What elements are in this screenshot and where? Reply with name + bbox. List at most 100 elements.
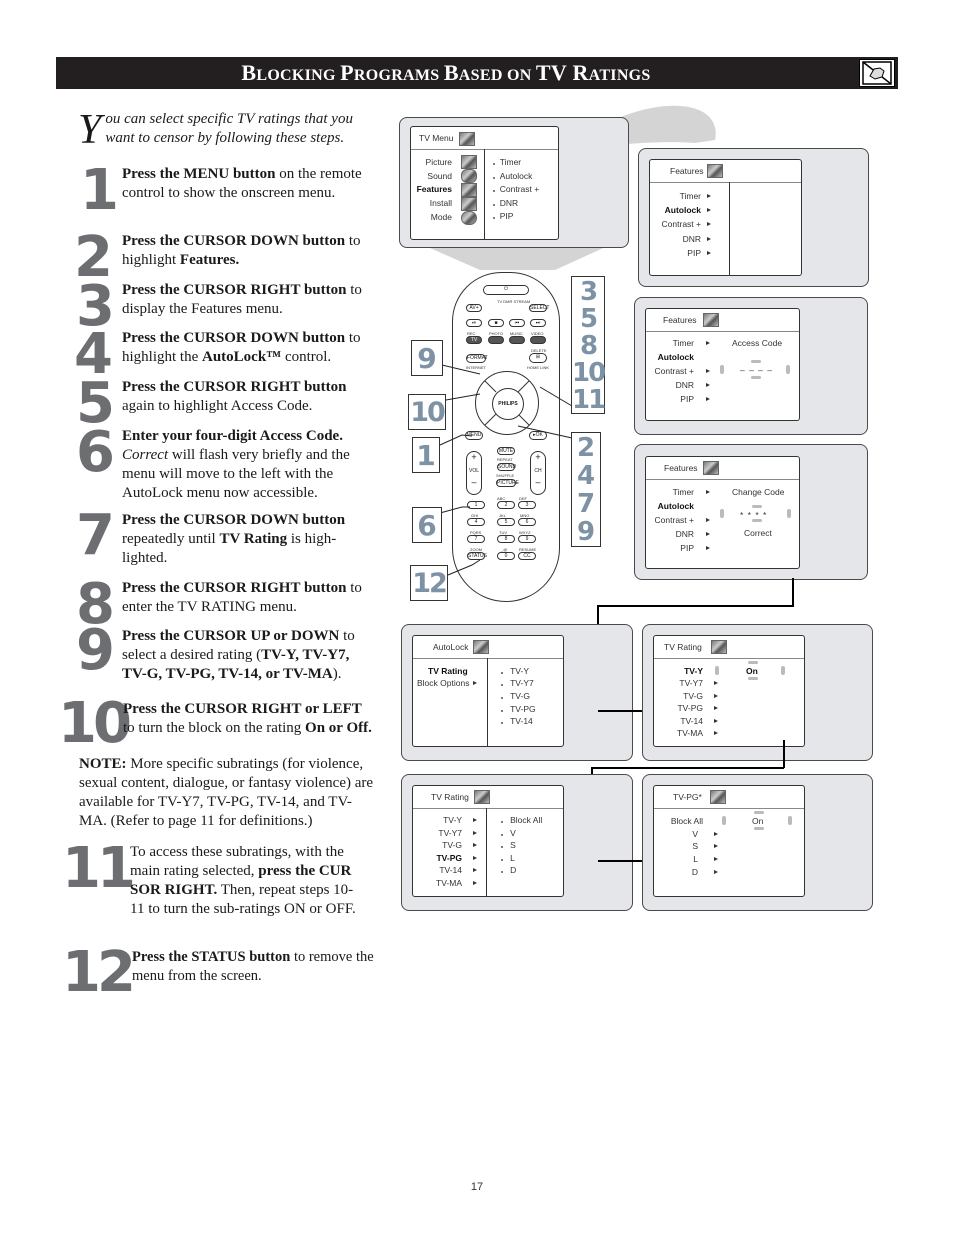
subrating-item[interactable]: D	[692, 867, 698, 877]
step-italic: Correct	[122, 447, 169, 463]
title-part: LOCKING	[256, 67, 341, 84]
menu-item-timer[interactable]: Timer	[673, 338, 694, 348]
menu-item-autolock[interactable]: Autolock	[658, 501, 694, 511]
step-rest: to turn the block on the rating	[123, 720, 306, 736]
flow-connector	[783, 740, 785, 768]
menu-divider	[486, 808, 487, 896]
menu-item-autolock[interactable]: Autolock	[658, 352, 694, 362]
tv-rating-subratings-screen: TV Rating TV-Y TV-Y7 TV-G TV-PG TV-14 TV…	[412, 785, 564, 897]
arrow-right-icon	[707, 208, 711, 212]
menu-item-timer[interactable]: Timer	[673, 487, 694, 497]
rating-item[interactable]: TV-G	[683, 691, 703, 701]
rating-item[interactable]: TV-Y	[684, 666, 703, 676]
tv-rating-icon	[711, 640, 727, 654]
cursor-up-icon	[754, 811, 764, 814]
step-number: 10	[58, 691, 132, 756]
step-text: Press the CURSOR DOWN button to highligh…	[122, 232, 372, 270]
step-bold: TV Rating	[219, 531, 288, 547]
callout-number: 3	[579, 277, 598, 307]
menu-item-pip[interactable]: PIP	[687, 248, 701, 258]
arrow-right-icon	[707, 251, 711, 255]
submenu-item: PIP	[499, 211, 514, 221]
arrow-right-icon	[473, 831, 477, 835]
arrow-right-icon	[473, 856, 477, 860]
step-number: 11	[62, 836, 136, 901]
cursor-down-icon	[751, 376, 761, 379]
subrating-item: V	[510, 828, 516, 838]
menu-item-contrast[interactable]: Contrast +	[662, 219, 701, 229]
arrow-right-icon	[706, 369, 710, 373]
menu-item-contrast[interactable]: Contrast +	[655, 515, 694, 525]
callout-step-6: 6	[412, 507, 442, 543]
rating-item[interactable]: TV-MA	[677, 728, 703, 738]
menu-item-dnr[interactable]: DNR	[683, 234, 701, 244]
arrow-right-icon	[707, 222, 711, 226]
menu-title: Features	[663, 315, 697, 325]
step-number: 9	[76, 618, 115, 683]
menu-item-features[interactable]: Features	[417, 184, 452, 194]
menu-item-autolock[interactable]: Autolock	[665, 205, 701, 215]
menu-title: TV Menu	[419, 133, 454, 143]
submenu-item: TV-G	[510, 691, 530, 701]
callout-step-12: 12	[410, 565, 448, 601]
arrow-right-icon	[714, 719, 718, 723]
screen-panel-tv-rating-1: TV Rating TV-Y TV-Y7 TV-G TV-PG TV-14 TV…	[642, 624, 873, 761]
menu-item-timer[interactable]: Timer	[680, 191, 701, 201]
step-bold: AutoLock™	[202, 349, 282, 365]
step-number: 1	[80, 158, 119, 223]
menu-item-sound[interactable]: Sound	[427, 171, 452, 181]
arrow-right-icon	[473, 818, 477, 822]
cursor-left-icon	[720, 365, 724, 374]
callout-step-9: 9	[411, 340, 443, 376]
menu-header: TV-PG*	[654, 786, 804, 809]
hand-pointer-icon	[859, 59, 895, 87]
title-part: ASED ON	[458, 67, 536, 84]
menu-title: TV Rating	[431, 792, 469, 802]
rating-item[interactable]: TV-MA	[436, 878, 462, 888]
features-screen: Features Timer Autolock Contrast + DNR P…	[649, 159, 802, 276]
mode-icon	[461, 211, 477, 225]
step-bold: Press the CURSOR DOWN button	[122, 512, 346, 528]
rating-value-toggle[interactable]: On	[746, 666, 758, 676]
step-text: Press the CURSOR RIGHT or LEFT to turn t…	[123, 700, 375, 738]
code-status-text: Correct	[744, 528, 772, 538]
subrating-value-toggle[interactable]: On	[752, 816, 763, 826]
subrating-item[interactable]: Block All	[671, 816, 703, 826]
rating-item[interactable]: TV-PG	[436, 853, 462, 863]
sound-icon	[461, 169, 477, 183]
features-icon	[707, 164, 723, 178]
title-part: P	[340, 60, 354, 85]
rating-item[interactable]: TV-14	[439, 865, 462, 875]
menu-item-contrast[interactable]: Contrast +	[655, 366, 694, 376]
menu-item-pip[interactable]: PIP	[680, 543, 694, 553]
rating-item[interactable]: TV-Y7	[438, 828, 462, 838]
menu-item-install[interactable]: Install	[430, 198, 452, 208]
change-code-label: Change Code	[732, 487, 785, 497]
menu-item-block-options[interactable]: Block Options	[417, 678, 469, 688]
menu-item-mode[interactable]: Mode	[431, 212, 452, 222]
menu-item-dnr[interactable]: DNR	[676, 529, 694, 539]
subrating-item[interactable]: L	[693, 854, 698, 864]
rating-item[interactable]: TV-Y	[443, 815, 462, 825]
callout-number: 11	[572, 385, 606, 415]
rating-item[interactable]: TV-Y7	[679, 678, 703, 688]
cursor-down-icon	[754, 827, 764, 830]
menu-item-pip[interactable]: PIP	[680, 394, 694, 404]
subrating-item[interactable]: S	[692, 841, 698, 851]
arrow-right-icon	[714, 694, 718, 698]
rating-item[interactable]: TV-G	[442, 840, 462, 850]
picture-icon	[461, 155, 477, 169]
access-code-input[interactable]: – – – –	[740, 365, 773, 375]
step-number: 12	[62, 940, 136, 1005]
menu-item-picture[interactable]: Picture	[426, 157, 452, 167]
menu-title: TV Rating	[664, 642, 702, 652]
rating-item[interactable]: TV-PG	[677, 703, 703, 713]
menu-item-tv-rating[interactable]: TV Rating	[428, 666, 468, 676]
cursor-up-icon	[751, 360, 761, 363]
arrow-right-icon	[707, 237, 711, 241]
rating-item[interactable]: TV-14	[680, 716, 703, 726]
title-part: B	[241, 60, 257, 85]
step-text: Press the STATUS button to remove the me…	[132, 948, 382, 986]
subrating-item[interactable]: V	[692, 829, 698, 839]
menu-item-dnr[interactable]: DNR	[676, 380, 694, 390]
